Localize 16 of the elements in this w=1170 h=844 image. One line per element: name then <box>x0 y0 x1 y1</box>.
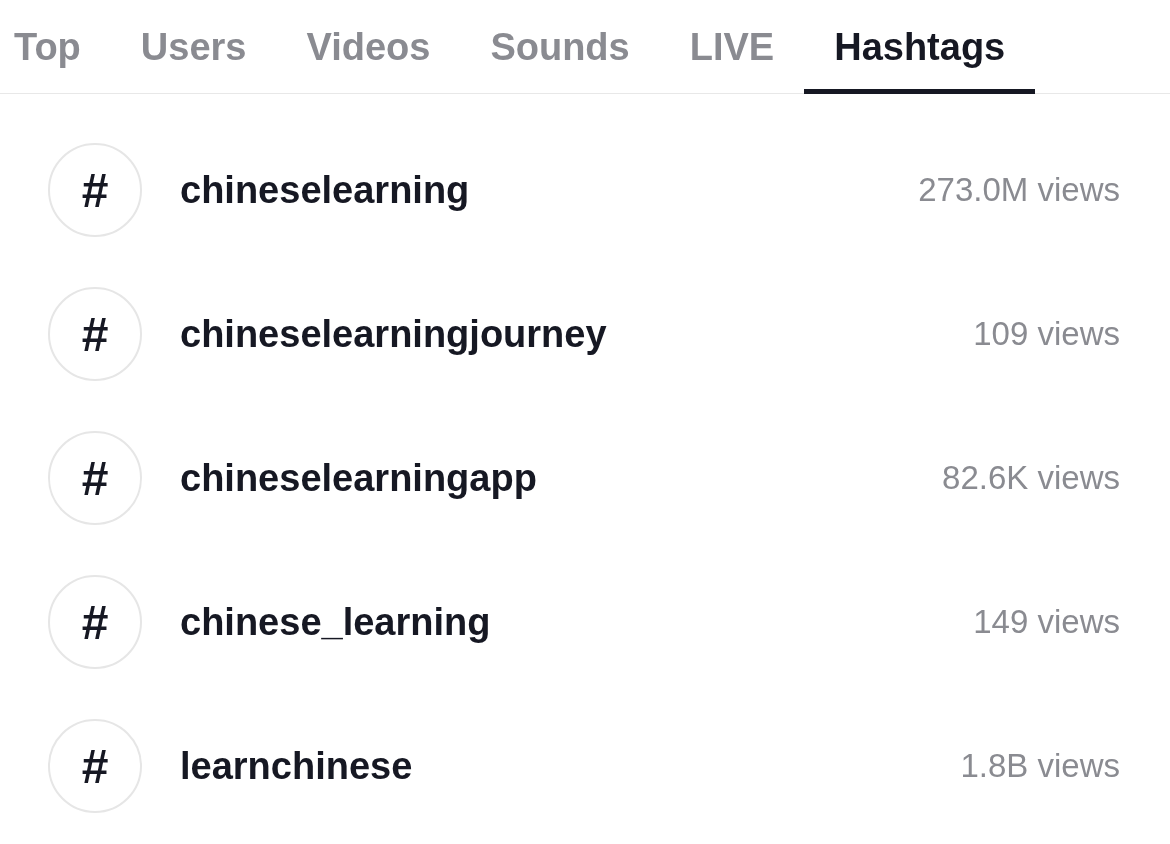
hashtag-icon: # <box>48 431 142 525</box>
hashtag-name[interactable]: chineselearningjourney <box>180 312 607 356</box>
hashtag-icon: # <box>48 287 142 381</box>
hashtag-icon: # <box>48 575 142 669</box>
view-count: 109 views <box>973 315 1120 353</box>
search-tab[interactable]: Hashtags <box>804 0 1036 94</box>
hashtag-icon: # <box>48 719 142 813</box>
hashtag-name[interactable]: chineselearningapp <box>180 456 537 500</box>
view-count: 273.0M views <box>918 171 1120 209</box>
hashtag-name[interactable]: chineselearning <box>180 168 470 212</box>
view-count: 1.8B views <box>960 747 1120 785</box>
view-count: 149 views <box>973 603 1120 641</box>
hashtag-name[interactable]: chinese_learning <box>180 600 491 644</box>
view-count: 82.6K views <box>942 459 1120 497</box>
hashtag-name[interactable]: learnchinese <box>180 744 413 788</box>
hashtag-icon: # <box>48 143 142 237</box>
